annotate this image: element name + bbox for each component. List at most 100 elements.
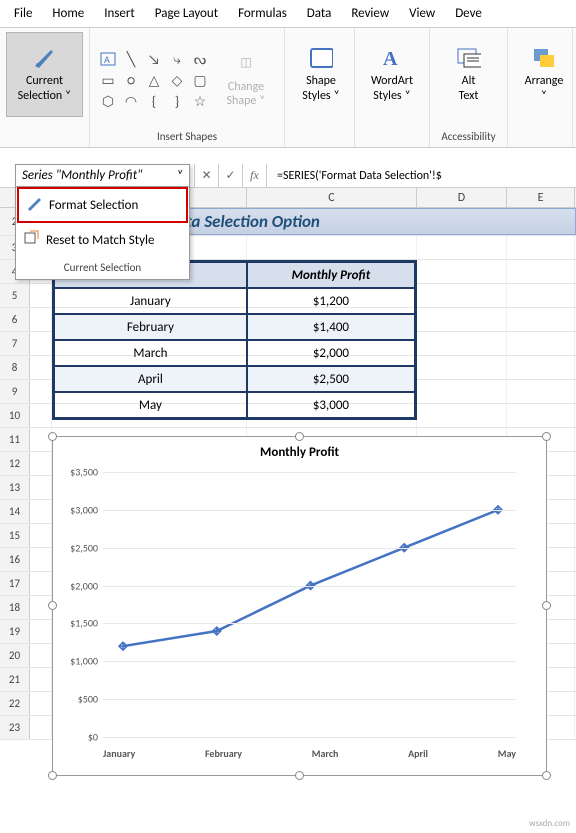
row-header[interactable]: 18 xyxy=(0,596,30,619)
row-header[interactable]: 21 xyxy=(0,668,30,691)
row-header[interactable]: 15 xyxy=(0,524,30,547)
table-cell[interactable]: $1,400 xyxy=(247,314,415,340)
chevron-down-icon: ˅ xyxy=(176,168,183,183)
x-tick: January xyxy=(103,747,135,760)
y-tick: $2,500 xyxy=(58,541,98,554)
table-cell[interactable]: $2,000 xyxy=(247,340,415,366)
row-header[interactable]: 12 xyxy=(0,452,30,475)
chart-element-combo[interactable]: Series "Monthly Profit" ˅ xyxy=(15,164,190,187)
row-header[interactable]: 16 xyxy=(0,548,30,571)
chart-title[interactable]: Monthly Profit xyxy=(53,445,546,460)
col-d[interactable]: D xyxy=(417,188,507,207)
connector-icon[interactable]: ⤷ xyxy=(167,50,187,68)
tab-insert[interactable]: Insert xyxy=(94,1,145,26)
current-selection-button[interactable]: CurrentSelection ˅ xyxy=(6,32,83,117)
tab-formulas[interactable]: Formulas xyxy=(228,1,297,26)
shape-styles-button[interactable]: ShapeStyles ˅ xyxy=(291,32,351,117)
format-selection-item[interactable]: Format Selection xyxy=(17,187,188,223)
x-axis: JanuaryFebruaryMarchAprilMay xyxy=(103,747,516,760)
wordart-styles-button[interactable]: A WordArtStyles ˅ xyxy=(361,32,423,117)
group-label-blank xyxy=(6,141,83,143)
row-header[interactable]: 19 xyxy=(0,620,30,643)
triangle-icon[interactable]: △ xyxy=(144,71,164,89)
tab-data[interactable]: Data xyxy=(297,1,342,26)
row-header[interactable]: 20 xyxy=(0,644,30,667)
table-cell[interactable]: March xyxy=(54,340,247,366)
plot-area[interactable]: $0$500$1,000$1,500$2,000$2,500$3,000$3,5… xyxy=(103,472,516,735)
current-selection-panel: Series "Monthly Profit" ˅ Format Selecti… xyxy=(15,164,190,280)
row-header[interactable]: 23 xyxy=(0,716,30,739)
change-shape-label: ChangeShape ˅ xyxy=(227,80,266,109)
freeform-icon[interactable]: ᔓ xyxy=(190,50,210,68)
resize-handle[interactable] xyxy=(295,432,304,441)
resize-handle[interactable] xyxy=(48,771,57,780)
table-cell[interactable]: $3,000 xyxy=(247,392,415,418)
row-header[interactable]: 17 xyxy=(0,572,30,595)
reset-label: Reset to Match Style xyxy=(46,233,154,248)
table-cell[interactable]: February xyxy=(54,314,247,340)
resize-handle[interactable] xyxy=(295,771,304,780)
arrange-button[interactable]: Arrange˅ xyxy=(514,32,574,117)
row-header[interactable]: 5 xyxy=(0,284,30,307)
y-tick: $3,000 xyxy=(58,503,98,516)
tab-home[interactable]: Home xyxy=(42,1,94,26)
rounded-rect-icon[interactable]: ▢ xyxy=(190,71,210,89)
cancel-icon[interactable]: ✕ xyxy=(195,164,219,187)
shape-styles-label: ShapeStyles ˅ xyxy=(302,74,340,103)
formula-value[interactable]: =SERIES('Format Data Selection'!$ xyxy=(267,164,576,187)
textbox-icon[interactable]: A xyxy=(98,50,118,68)
arrange-label: Arrange˅ xyxy=(525,74,564,103)
chart-line[interactable] xyxy=(103,472,516,735)
tab-file[interactable]: File xyxy=(4,1,42,26)
rhombus-icon[interactable]: ◇ xyxy=(167,71,187,89)
shapes-gallery[interactable]: A ╲ ↘ ⤷ ᔓ ▭ ○ △ ◇ ▢ ⬡ ◠ { } ☆ xyxy=(98,50,210,110)
row-header[interactable]: 6 xyxy=(0,308,30,331)
format-selection-label: Format Selection xyxy=(49,198,138,213)
x-tick: May xyxy=(498,747,516,760)
table-cell[interactable]: $2,500 xyxy=(247,366,415,392)
enter-icon[interactable]: ✓ xyxy=(219,164,243,187)
tab-review[interactable]: Review xyxy=(341,1,399,26)
table-cell[interactable]: May xyxy=(54,392,247,418)
tab-page-layout[interactable]: Page Layout xyxy=(145,1,228,26)
col-c[interactable]: C xyxy=(247,188,417,207)
row-header[interactable]: 22 xyxy=(0,692,30,715)
reset-match-style-item[interactable]: Reset to Match Style xyxy=(16,224,189,256)
resize-handle[interactable] xyxy=(48,432,57,441)
format-selection-icon xyxy=(33,46,57,70)
resize-handle[interactable] xyxy=(48,601,57,610)
rbrace-icon[interactable]: } xyxy=(167,92,187,110)
resize-handle[interactable] xyxy=(542,771,551,780)
row-header[interactable]: 10 xyxy=(0,404,30,427)
lbrace-icon[interactable]: { xyxy=(144,92,164,110)
row-header[interactable]: 14 xyxy=(0,500,30,523)
col-e[interactable]: E xyxy=(507,188,575,207)
resize-handle[interactable] xyxy=(542,601,551,610)
tab-developer[interactable]: Deve xyxy=(445,1,492,26)
alt-text-button[interactable]: AltText xyxy=(436,32,501,117)
svg-text:A: A xyxy=(104,53,110,66)
table-cell[interactable]: $1,200 xyxy=(247,288,415,314)
row-header[interactable]: 7 xyxy=(0,332,30,355)
fx-icon[interactable]: fx xyxy=(243,164,267,187)
rect-icon[interactable]: ▭ xyxy=(98,71,118,89)
line-arrow-icon[interactable]: ↘ xyxy=(144,50,164,68)
ribbon-tabs: File Home Insert Page Layout Formulas Da… xyxy=(0,0,576,28)
worksheet-grid[interactable]: 2 Use of Format Data Selection Option 34… xyxy=(0,208,576,740)
callout-icon[interactable]: ◠ xyxy=(121,92,141,110)
row-header[interactable]: 9 xyxy=(0,380,30,403)
y-tick: $2,000 xyxy=(58,579,98,592)
tab-view[interactable]: View xyxy=(399,1,445,26)
star-icon[interactable]: ☆ xyxy=(190,92,210,110)
row-header[interactable]: 8 xyxy=(0,356,30,379)
line-icon[interactable]: ╲ xyxy=(121,50,141,68)
hexagon-icon[interactable]: ⬡ xyxy=(98,92,118,110)
table-cell[interactable]: April xyxy=(54,366,247,392)
chart-object[interactable]: Monthly Profit $0$500$1,000$1,500$2,000$… xyxy=(52,436,547,776)
oval-icon[interactable]: ○ xyxy=(121,71,141,89)
row-header[interactable]: 11 xyxy=(0,428,30,451)
y-tick: $1,500 xyxy=(58,617,98,630)
table-cell[interactable]: January xyxy=(54,288,247,314)
resize-handle[interactable] xyxy=(542,432,551,441)
row-header[interactable]: 13 xyxy=(0,476,30,499)
